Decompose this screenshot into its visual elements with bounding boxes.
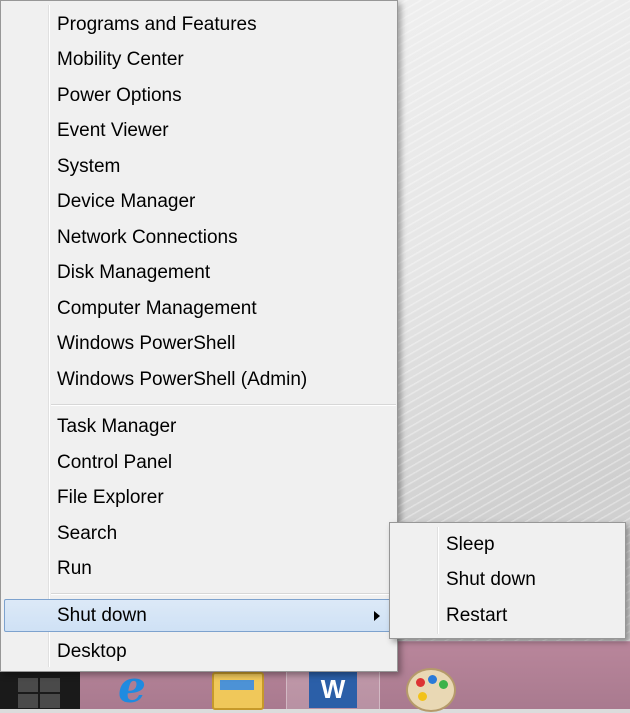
submenu-item-shut-down[interactable]: Shut down	[393, 563, 623, 596]
menu-item-task-manager[interactable]: Task Manager	[4, 410, 395, 443]
menu-item-power-options[interactable]: Power Options	[4, 79, 395, 112]
windows-logo-icon	[18, 678, 62, 708]
menu-item-run[interactable]: Run	[4, 552, 395, 585]
shut-down-submenu: Sleep Shut down Restart	[389, 522, 626, 639]
folder-icon	[212, 672, 264, 710]
menu-item-device-manager[interactable]: Device Manager	[4, 185, 395, 218]
menu-item-mobility-center[interactable]: Mobility Center	[4, 43, 395, 76]
submenu-item-sleep[interactable]: Sleep	[393, 528, 623, 561]
menu-item-control-panel[interactable]: Control Panel	[4, 446, 395, 479]
paint-palette-icon	[406, 668, 456, 712]
chevron-right-icon	[374, 611, 380, 621]
menu-item-desktop[interactable]: Desktop	[4, 635, 395, 668]
submenu-item-restart[interactable]: Restart	[393, 599, 623, 632]
menu-item-event-viewer[interactable]: Event Viewer	[4, 114, 395, 147]
menu-item-search[interactable]: Search	[4, 517, 395, 550]
internet-explorer-icon: e	[118, 662, 146, 713]
quick-link-menu: Programs and Features Mobility Center Po…	[0, 0, 398, 672]
menu-item-programs-and-features[interactable]: Programs and Features	[4, 8, 395, 41]
menu-separator	[51, 593, 396, 595]
menu-item-file-explorer[interactable]: File Explorer	[4, 481, 395, 514]
menu-separator	[51, 404, 396, 406]
menu-item-shut-down-label: Shut down	[57, 605, 147, 626]
menu-item-system[interactable]: System	[4, 150, 395, 183]
word-icon: W	[309, 670, 357, 708]
menu-item-computer-management[interactable]: Computer Management	[4, 292, 395, 325]
menu-item-windows-powershell-admin[interactable]: Windows PowerShell (Admin)	[4, 363, 395, 396]
menu-item-shut-down[interactable]: Shut down	[4, 599, 395, 632]
menu-item-disk-management[interactable]: Disk Management	[4, 256, 395, 289]
menu-item-network-connections[interactable]: Network Connections	[4, 221, 395, 254]
menu-item-windows-powershell[interactable]: Windows PowerShell	[4, 327, 395, 360]
